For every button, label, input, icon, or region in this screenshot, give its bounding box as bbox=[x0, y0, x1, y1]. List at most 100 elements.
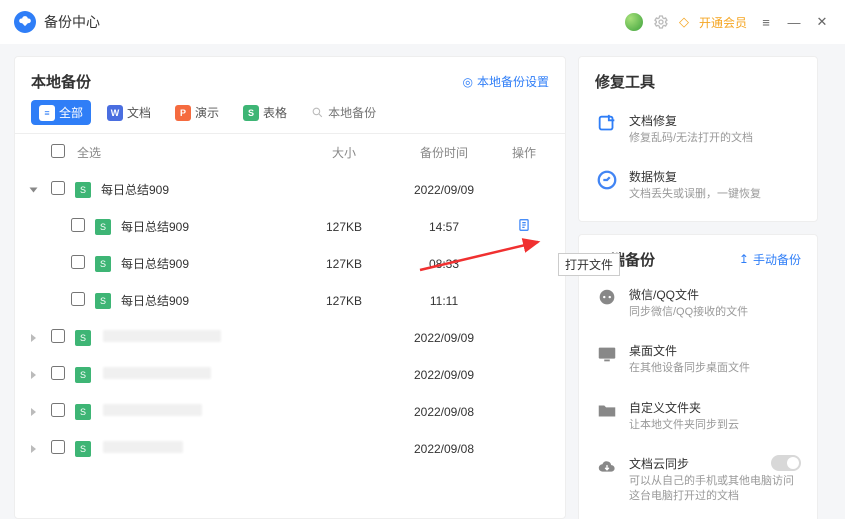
file-name[interactable] bbox=[95, 441, 299, 456]
repair-item-title: 数据恢复 bbox=[629, 168, 761, 185]
vip-icon: ◇ bbox=[679, 14, 689, 30]
row-checkbox[interactable] bbox=[51, 440, 65, 454]
spreadsheet-icon: S bbox=[95, 293, 111, 309]
folder-icon bbox=[595, 399, 619, 423]
cloud-item[interactable]: 微信/QQ文件同步微信/QQ接收的文件 bbox=[595, 278, 801, 334]
table-row[interactable]: S每日总结909 2022/09/09 bbox=[15, 171, 565, 208]
file-time: 2022/09/09 bbox=[389, 331, 499, 345]
target-icon: ◎ bbox=[463, 75, 473, 89]
tab-ppt[interactable]: P演示 bbox=[167, 100, 227, 125]
recover-icon bbox=[595, 168, 619, 192]
row-checkbox[interactable] bbox=[71, 292, 85, 306]
col-size: 大小 bbox=[299, 144, 389, 161]
table-row[interactable]: S每日总结909127KB11:11 bbox=[15, 282, 565, 319]
file-time: 11:11 bbox=[389, 294, 499, 308]
cloud-item[interactable]: 自定义文件夹让本地文件夹同步到云 bbox=[595, 391, 801, 447]
repair-item[interactable]: 文档修复修复乱码/无法打开的文档 bbox=[595, 104, 801, 160]
tab-doc-label: 文档 bbox=[127, 104, 151, 121]
tab-all[interactable]: ≡全部 bbox=[31, 100, 91, 125]
tab-ppt-label: 演示 bbox=[195, 104, 219, 121]
table-row[interactable]: S 2022/09/08 bbox=[15, 430, 565, 467]
open-file-tooltip: 打开文件 bbox=[558, 253, 620, 276]
file-size: 127KB bbox=[299, 257, 389, 271]
avatar[interactable] bbox=[625, 13, 643, 31]
row-checkbox[interactable] bbox=[51, 366, 65, 380]
expand-toggle[interactable] bbox=[31, 183, 51, 197]
repair-item-desc: 修复乱码/无法打开的文档 bbox=[629, 131, 753, 146]
upload-icon: ↥ bbox=[739, 252, 749, 266]
file-name[interactable]: 每日总结909 bbox=[115, 292, 299, 309]
file-name[interactable]: 每日总结909 bbox=[115, 255, 299, 272]
table-row[interactable]: S每日总结909127KB14:57 bbox=[15, 208, 565, 245]
row-checkbox[interactable] bbox=[51, 329, 65, 343]
spreadsheet-icon: S bbox=[75, 330, 91, 346]
file-time: 2022/09/09 bbox=[389, 183, 499, 197]
manual-backup-link[interactable]: ↥ 手动备份 bbox=[739, 251, 801, 268]
cloud-item-desc: 让本地文件夹同步到云 bbox=[629, 418, 801, 433]
file-name[interactable] bbox=[95, 404, 299, 419]
file-time: 2022/09/08 bbox=[389, 442, 499, 456]
gear-icon[interactable] bbox=[653, 14, 669, 30]
select-all-checkbox[interactable] bbox=[51, 144, 65, 158]
tab-doc[interactable]: W文档 bbox=[99, 100, 159, 125]
file-time: 14:57 bbox=[389, 220, 499, 234]
cloud-item-title: 自定义文件夹 bbox=[629, 399, 801, 416]
col-op: 操作 bbox=[499, 144, 549, 161]
search-input[interactable] bbox=[328, 106, 388, 120]
app-logo bbox=[14, 11, 36, 33]
expand-toggle[interactable] bbox=[31, 405, 51, 419]
cloud-item-title: 微信/QQ文件 bbox=[629, 286, 801, 303]
expand-toggle[interactable] bbox=[31, 368, 51, 382]
repair-title: 修复工具 bbox=[595, 71, 801, 92]
spreadsheet-icon: S bbox=[75, 441, 91, 457]
file-name[interactable]: 每日总结909 bbox=[115, 218, 299, 235]
cloud-item[interactable]: 桌面文件在其他设备同步桌面文件 bbox=[595, 334, 801, 390]
spreadsheet-icon: S bbox=[75, 404, 91, 420]
table-row[interactable]: S 2022/09/08 bbox=[15, 393, 565, 430]
sync-toggle[interactable] bbox=[771, 455, 801, 471]
row-checkbox[interactable] bbox=[71, 255, 85, 269]
tab-xls[interactable]: S表格 bbox=[235, 100, 295, 125]
file-time: 2022/09/08 bbox=[389, 405, 499, 419]
local-backup-settings-link[interactable]: ◎ 本地备份设置 bbox=[463, 73, 550, 90]
tab-all-label: 全部 bbox=[59, 104, 83, 121]
menu-button[interactable]: ≡ bbox=[757, 13, 775, 31]
repair-item[interactable]: 数据恢复文档丢失或误删，一键恢复 bbox=[595, 160, 801, 216]
local-settings-label: 本地备份设置 bbox=[477, 73, 549, 90]
expand-toggle[interactable] bbox=[31, 331, 51, 345]
col-time: 备份时间 bbox=[389, 144, 499, 161]
cloud-item-desc: 在其他设备同步桌面文件 bbox=[629, 361, 801, 376]
expand-toggle[interactable] bbox=[31, 442, 51, 456]
minimize-button[interactable]: — bbox=[785, 13, 803, 31]
close-button[interactable]: ✕ bbox=[813, 13, 831, 31]
row-checkbox[interactable] bbox=[51, 403, 65, 417]
row-checkbox[interactable] bbox=[71, 218, 85, 232]
repair-item-desc: 文档丢失或误删，一键恢复 bbox=[629, 187, 761, 202]
cloud-icon bbox=[595, 455, 619, 479]
search-icon bbox=[311, 106, 324, 119]
file-size: 127KB bbox=[299, 220, 389, 234]
spreadsheet-icon: S bbox=[95, 219, 111, 235]
file-name[interactable] bbox=[95, 330, 299, 345]
col-select-all-label[interactable]: 全选 bbox=[75, 144, 299, 161]
table-row[interactable]: S2022/09/09 bbox=[15, 356, 565, 393]
cloud-item-title: 桌面文件 bbox=[629, 342, 801, 359]
chat-icon bbox=[595, 286, 619, 310]
cloud-item-desc: 同步微信/QQ接收的文件 bbox=[629, 305, 801, 320]
file-name[interactable] bbox=[95, 367, 299, 382]
fix-icon bbox=[595, 112, 619, 136]
file-time: 08:33 bbox=[389, 257, 499, 271]
cloud-item-title: 文档云同步 bbox=[629, 455, 801, 472]
table-row[interactable]: S每日总结909127KB08:33 bbox=[15, 245, 565, 282]
file-name[interactable]: 每日总结909 bbox=[95, 181, 299, 198]
desktop-icon bbox=[595, 342, 619, 366]
table-row[interactable]: S 2022/09/09 bbox=[15, 319, 565, 356]
cloud-item[interactable]: 文档云同步可以从自己的手机或其他电脑访问这台电脑打开过的文档 bbox=[595, 447, 801, 519]
search-box[interactable] bbox=[311, 106, 388, 120]
tab-xls-label: 表格 bbox=[263, 104, 287, 121]
spreadsheet-icon: S bbox=[75, 182, 91, 198]
open-file-button[interactable] bbox=[499, 218, 549, 235]
open-vip-link[interactable]: 开通会员 bbox=[699, 14, 747, 31]
row-checkbox[interactable] bbox=[51, 181, 65, 195]
file-size: 127KB bbox=[299, 294, 389, 308]
